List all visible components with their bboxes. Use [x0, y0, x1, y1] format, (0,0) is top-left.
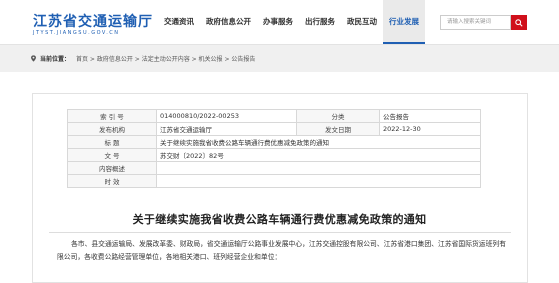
search-icon — [515, 18, 523, 27]
location-pin-icon — [31, 55, 36, 62]
site-logo-name[interactable]: 江苏省交通运输厅 — [33, 11, 153, 31]
breadcrumb-path[interactable]: 首页 > 政府信息公开 > 法定主动公开内容 > 机关公报 > 公告报告 — [76, 54, 255, 63]
publisher-label: 发布机构 — [67, 122, 157, 136]
main-nav: 交通资讯 政府信息公开 办事服务 出行服务 政民互动 行业发展 — [158, 0, 425, 44]
nav-item-gov-info[interactable]: 政府信息公开 — [200, 0, 257, 44]
title-value: 关于继续实施我省收费公路车辆通行费优惠减免政策的通知 — [156, 135, 481, 149]
site-header: 江苏省交通运输厅 JTYST.JIANGSU.GOV.CN 交通资讯 政府信息公… — [0, 0, 559, 44]
title-divider — [49, 232, 511, 233]
search-button[interactable] — [511, 15, 527, 30]
index-number-value: 014000810/2022-00253 — [156, 109, 297, 123]
nav-item-news[interactable]: 交通资讯 — [158, 0, 200, 44]
document-meta-table: 索 引 号 014000810/2022-00253 分类 公告报告 发布机构 … — [67, 109, 481, 188]
category-value: 公告报告 — [379, 109, 481, 123]
category-label: 分类 — [296, 109, 380, 123]
breadcrumb-location-label: 当前位置： — [40, 56, 71, 63]
validity-value — [156, 174, 481, 188]
summary-value — [156, 161, 481, 175]
search-input[interactable]: 请输入搜索关键词 — [440, 15, 511, 30]
index-number-label: 索 引 号 — [67, 109, 157, 123]
validity-label: 时 效 — [67, 174, 157, 188]
breadcrumb: 当前位置： 首页 > 政府信息公开 > 法定主动公开内容 > 机关公报 > 公告… — [30, 54, 255, 63]
issue-date-label: 发文日期 — [296, 122, 380, 136]
nav-item-services[interactable]: 办事服务 — [257, 0, 299, 44]
summary-label: 内容概述 — [67, 161, 157, 175]
issue-date-value: 2022-12-30 — [379, 122, 481, 136]
breadcrumb-bar: 当前位置： 首页 > 政府信息公开 > 法定主动公开内容 > 机关公报 > 公告… — [0, 44, 559, 72]
doc-number-value: 苏交财〔2022〕82号 — [156, 148, 481, 162]
publisher-value: 江苏省交通运输厅 — [156, 122, 297, 136]
nav-item-interaction[interactable]: 政民互动 — [341, 0, 383, 44]
doc-number-label: 文 号 — [67, 148, 157, 162]
nav-item-industry[interactable]: 行业发展 — [383, 0, 425, 44]
article-body: 各市、县交通运输局、发展改革委、财政局，省交通运输厅公路事业发展中心，江苏交通控… — [57, 240, 506, 261]
title-label: 标 题 — [67, 135, 157, 149]
article-title: 关于继续实施我省收费公路车辆通行费优惠减免政策的通知 — [132, 213, 427, 226]
site-logo-domain: JTYST.JIANGSU.GOV.CN — [33, 30, 120, 36]
nav-item-travel[interactable]: 出行服务 — [299, 0, 341, 44]
